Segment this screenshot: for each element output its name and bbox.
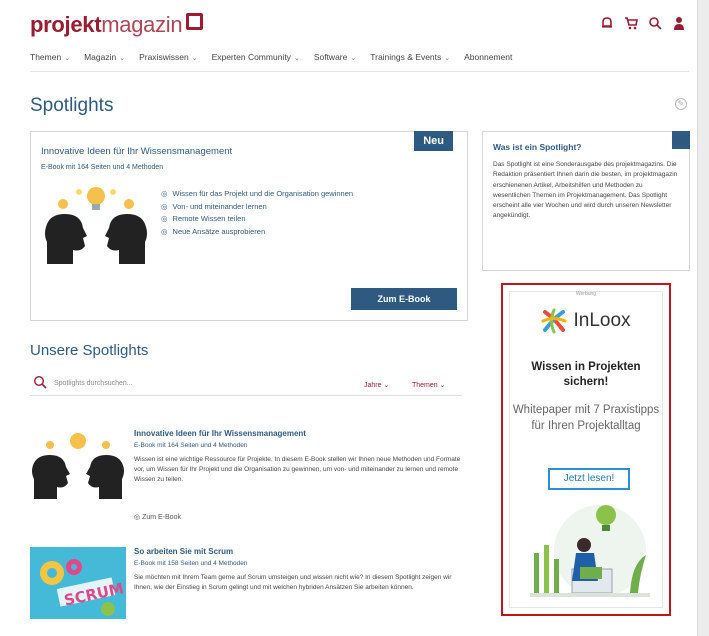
cart-icon[interactable] [623, 16, 639, 33]
list-item: Remote Wissen teilen [161, 213, 353, 226]
scrum-thumbnail[interactable]: SCRUM [30, 547, 126, 619]
logo[interactable]: projekt magazin [30, 12, 204, 38]
logo-bold: projekt [30, 12, 102, 37]
nav-item-trainings-events[interactable]: Trainings & Events ⌄ [370, 52, 450, 71]
ad-text: Whitepaper mit 7 Praxistipps für Ihren P… [512, 404, 660, 432]
list-item: Wissen für das Projekt und die Organisat… [161, 188, 354, 201]
chevron-down-icon: ⌄ [64, 55, 71, 62]
info-body: Das Spotlight ist eine Sonderausgabe des… [493, 161, 678, 220]
nav-label: Trainings & Events [370, 52, 442, 62]
featured-subtitle: E-Book mit 164 Seiten und 4 Methoden [41, 164, 164, 171]
chevron-down-icon: ⌄ [191, 55, 198, 62]
new-badge: Neu [414, 131, 453, 151]
featured-bullets: Wissen für das Projekt und die Organisat… [161, 188, 354, 239]
nav-item-experten-community[interactable]: Experten Community ⌄ [212, 52, 300, 71]
nav-item-praxiswissen[interactable]: Praxiswissen ⌄ [139, 52, 197, 71]
info-title: Was ist ein Spotlight? [493, 142, 582, 152]
ad-frame: Werbung InLoox Wissen in Projekten siche… [509, 291, 663, 608]
chevron-down-icon: ⌄ [293, 55, 300, 62]
ad-illustration [520, 493, 660, 603]
article-title[interactable]: Innovative Ideen für Ihr Wissensmanageme… [134, 429, 306, 438]
article-subtitle: E-Book mit 164 Seiten und 4 Methoden [134, 442, 248, 449]
ad-brand: InLoox [573, 310, 631, 331]
article-subtitle: E-Book mit 158 Seiten und 4 Methoden [134, 560, 248, 567]
ad-cta-button[interactable]: Jetzt lesen! [548, 468, 630, 490]
list-item: SCRUM So arbeiten Sie mit Scrum E-Book m… [30, 547, 464, 619]
nav-item-magazin[interactable]: Magazin ⌄ [84, 52, 125, 71]
chevron-down-icon: ⌄ [350, 55, 357, 62]
ad-label: Werbung [575, 291, 597, 297]
inloox-logo: InLoox [510, 308, 662, 334]
chevron-down-icon: ⌄ [444, 55, 451, 62]
list-item: Von- und miteinander lernen [161, 201, 353, 214]
search-icon[interactable] [647, 16, 663, 33]
ad-headline: Wissen in Projekten sichern! [531, 361, 641, 388]
corner-icon [672, 131, 690, 149]
filter-year-dropdown[interactable]: Jahre ⌄ [364, 381, 389, 389]
article-thumbnail[interactable] [30, 429, 126, 501]
user-icon[interactable] [671, 16, 687, 33]
nav-label: Software [313, 52, 348, 62]
list-item: Neue Ansätze ausprobieren [161, 226, 353, 239]
nav-item-abonnement[interactable]: Abonnement [464, 52, 512, 71]
inloox-ad[interactable]: Werbung InLoox Wissen in Projekten siche… [501, 283, 671, 616]
nav-item-software[interactable]: Software ⌄ [314, 52, 356, 71]
logo-mark-icon [186, 12, 204, 30]
ebook-link-label: Zum E-Book [142, 514, 181, 521]
search-input[interactable]: Spotlights durchsuchen... [54, 380, 133, 387]
nav-label: Experten Community [211, 52, 291, 62]
inloox-logo-icon [541, 308, 567, 334]
featured-spotlight: Neu Innovative Ideen für Ihr Wissensmana… [30, 131, 468, 321]
filter-topic-dropdown[interactable]: Themen ⌄ [412, 381, 446, 389]
nav-item-themen[interactable]: Themen ⌄ [30, 52, 70, 71]
logo-light: magazin [101, 12, 183, 37]
main-nav: Themen ⌄ Magazin ⌄ Praxiswissen ⌄ Experten … [30, 52, 689, 72]
ebook-button[interactable]: Zum E-Book [351, 288, 457, 310]
featured-title[interactable]: Innovative Ideen für Ihr Wissensmanageme… [41, 146, 232, 157]
search-icon [33, 375, 47, 392]
nav-label: Abonnement [464, 52, 513, 62]
nav-label: Magazin [84, 52, 117, 62]
list-item: Innovative Ideen für Ihr Wissensmanageme… [30, 429, 464, 529]
article-body: Sie möchten mit Ihrem Team gerne auf Scr… [134, 574, 452, 591]
notification-icon[interactable] [599, 16, 615, 33]
ebook-link[interactable]: ◎ Zum E-Book [134, 513, 181, 521]
edit-icon[interactable]: ✎ [675, 98, 687, 110]
knowledge-heads-image [41, 184, 151, 266]
chevron-down-icon: ⌄ [119, 55, 126, 62]
spotlight-info-box: Was ist ein Spotlight? Das Spotlight ist… [482, 131, 690, 271]
spotlight-search[interactable]: Spotlights durchsuchen... Jahre ⌄ Themen… [30, 372, 462, 396]
nav-label: Themen [30, 52, 62, 62]
article-body: Wissen ist eine wichtige Ressource für P… [134, 456, 461, 483]
page: projekt magazin Themen ⌄ Magazin ⌄ Praxiswi… [0, 0, 709, 636]
nav-label: Praxiswissen [139, 52, 189, 62]
article-title[interactable]: So arbeiten Sie mit Scrum [134, 547, 233, 556]
scrollbar[interactable] [697, 0, 709, 636]
page-title: Spotlights [30, 95, 114, 116]
header-icons [599, 16, 687, 33]
section-title: Unsere Spotlights [30, 342, 149, 359]
